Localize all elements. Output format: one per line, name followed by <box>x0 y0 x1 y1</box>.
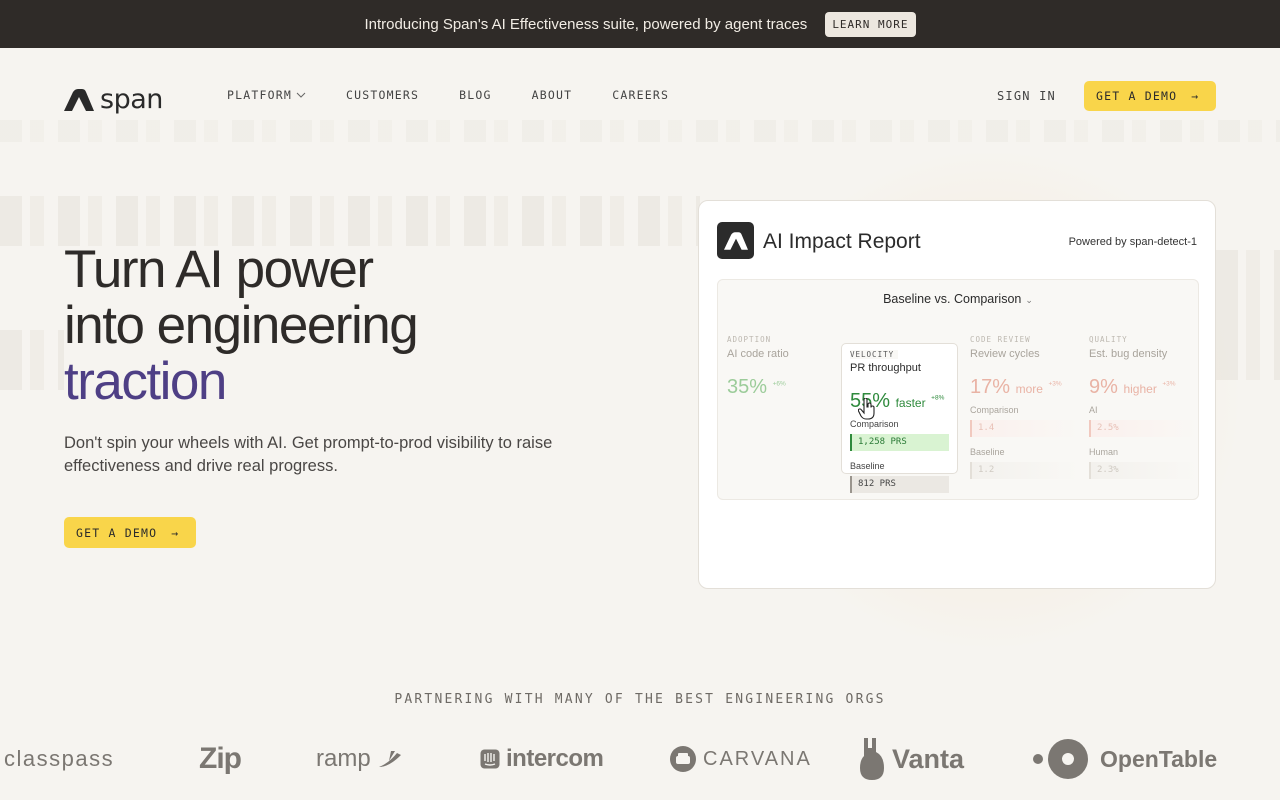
metric-delta: +6% <box>772 380 786 388</box>
metric-code-review: CODE REVIEW Review cycles 17% more +3% C… <box>970 335 1080 479</box>
metric-value: 35% +6% <box>727 376 786 398</box>
metric-category: VELOCITY <box>850 350 899 359</box>
get-demo-button-hero[interactable]: GET A DEMO → <box>64 517 196 548</box>
metric-delta: +3% <box>1048 380 1062 388</box>
carvana-logo: CARVANA <box>669 735 812 783</box>
metric-quality: QUALITY Est. bug density 9% higher +3% A… <box>1089 335 1199 479</box>
chevron-down-icon <box>296 92 306 98</box>
comparison-bar: 1,258 PRS <box>850 434 949 451</box>
partner-logos: classpass Zip ramp intercom CARVANA Vant… <box>0 735 1280 783</box>
get-demo-label: GET A DEMO <box>1096 89 1178 103</box>
headline-accent: traction <box>64 352 227 411</box>
ai-bar: 2.5% <box>1089 420 1199 437</box>
metric-category: ADOPTION <box>727 335 772 344</box>
pixel-band-decoration <box>0 330 64 390</box>
metric-name: Review cycles <box>970 348 1040 360</box>
metric-category: QUALITY <box>1089 335 1128 344</box>
headline-line-2: into engineering <box>64 296 419 355</box>
learn-more-button[interactable]: LEARN MORE <box>825 11 916 37</box>
baseline-bar: 1.2 <box>970 462 1080 479</box>
get-demo-button-nav[interactable]: GET A DEMO → <box>1084 81 1216 111</box>
intercom-mark-icon <box>480 749 500 769</box>
main-nav: PLATFORM CUSTOMERS BLOG ABOUT CAREERS <box>227 88 669 102</box>
nav-blog[interactable]: BLOG <box>459 88 492 102</box>
classpass-logo: classpass <box>4 746 115 771</box>
pixel-band-decoration <box>0 196 700 246</box>
metric-name: PR throughput <box>850 362 921 374</box>
span-logo-icon <box>64 88 94 111</box>
nav-platform-label: PLATFORM <box>227 88 292 102</box>
metric-name: Est. bug density <box>1089 348 1168 360</box>
metric-adoption: ADOPTION AI code ratio 35% +6% <box>727 335 837 399</box>
get-demo-label: GET A DEMO <box>76 525 158 540</box>
nav-customers[interactable]: CUSTOMERS <box>346 88 419 102</box>
metric-sub-label: Comparison <box>970 405 1019 415</box>
carvana-mark-icon <box>670 746 696 772</box>
partners-label: PARTNERING WITH MANY OF THE BEST ENGINEE… <box>394 692 886 707</box>
announcement-bar: Introducing Span's AI Effectiveness suit… <box>0 0 1280 48</box>
sign-in-link[interactable]: SIGN IN <box>997 89 1056 103</box>
metric-name: AI code ratio <box>727 348 789 360</box>
ai-impact-report-card: AI Impact Report Powered by span-detect-… <box>698 200 1216 589</box>
metric-qualifier: faster <box>895 396 926 410</box>
hero-subtext: Don't spin your wheels with AI. Get prom… <box>64 434 553 475</box>
nav-platform[interactable]: PLATFORM <box>227 88 306 102</box>
metric-sub-label: AI <box>1089 405 1098 415</box>
arrow-right-icon: → <box>171 525 180 540</box>
metric-qualifier: higher <box>1123 382 1157 396</box>
human-bar: 2.3% <box>1089 462 1199 479</box>
vanta-logo: Vanta <box>858 735 964 783</box>
hero-headline: Turn AI power into engineering traction <box>64 240 419 411</box>
headline-line-1: Turn AI power <box>64 240 374 299</box>
intercom-logo: intercom <box>480 735 604 783</box>
metric-value: 17% more +3% <box>970 376 1062 398</box>
metric-category: CODE REVIEW <box>970 335 1031 344</box>
report-title: AI Impact Report <box>763 230 921 253</box>
hand-cursor-icon <box>858 398 875 420</box>
arrow-right-icon: → <box>1191 89 1200 103</box>
announcement-text: Introducing Span's AI Effectiveness suit… <box>364 15 808 33</box>
metric-sub-label: Comparison <box>850 419 899 429</box>
nav-about[interactable]: ABOUT <box>532 88 573 102</box>
report-logo-icon <box>717 222 754 259</box>
vanta-mark-icon <box>860 738 884 780</box>
metrics-panel: Baseline vs. Comparison ⌄ ADOPTION AI cod… <box>717 279 1199 500</box>
pixel-band-decoration <box>0 120 1280 142</box>
ramp-logo: ramp <box>316 735 403 783</box>
zip-logo: Zip <box>199 742 242 775</box>
metric-sub-label: Baseline <box>850 461 885 471</box>
metric-delta: +8% <box>931 394 945 402</box>
metric-value: 9% higher +3% <box>1089 376 1176 398</box>
baseline-bar: 812 PRS <box>850 476 949 493</box>
comparison-selector[interactable]: Baseline vs. Comparison ⌄ <box>718 292 1198 306</box>
ramp-mark-icon <box>378 751 401 767</box>
report-powered-by: Powered by span-detect-1 <box>1068 236 1197 248</box>
logo-wordmark: span <box>100 84 163 115</box>
chevron-down-icon: ⌄ <box>1025 295 1033 305</box>
metric-sub-label: Baseline <box>970 447 1005 457</box>
comparison-label: Baseline vs. Comparison <box>883 292 1022 306</box>
opentable-mark-icon <box>1033 739 1088 779</box>
metric-qualifier: more <box>1015 382 1043 396</box>
nav-careers[interactable]: CAREERS <box>612 88 669 102</box>
span-logo[interactable]: span <box>64 84 163 115</box>
metric-sub-label: Human <box>1089 447 1119 457</box>
comparison-bar: 1.4 <box>970 420 1080 437</box>
metric-delta: +3% <box>1162 380 1176 388</box>
opentable-logo: OpenTable <box>1032 735 1217 783</box>
